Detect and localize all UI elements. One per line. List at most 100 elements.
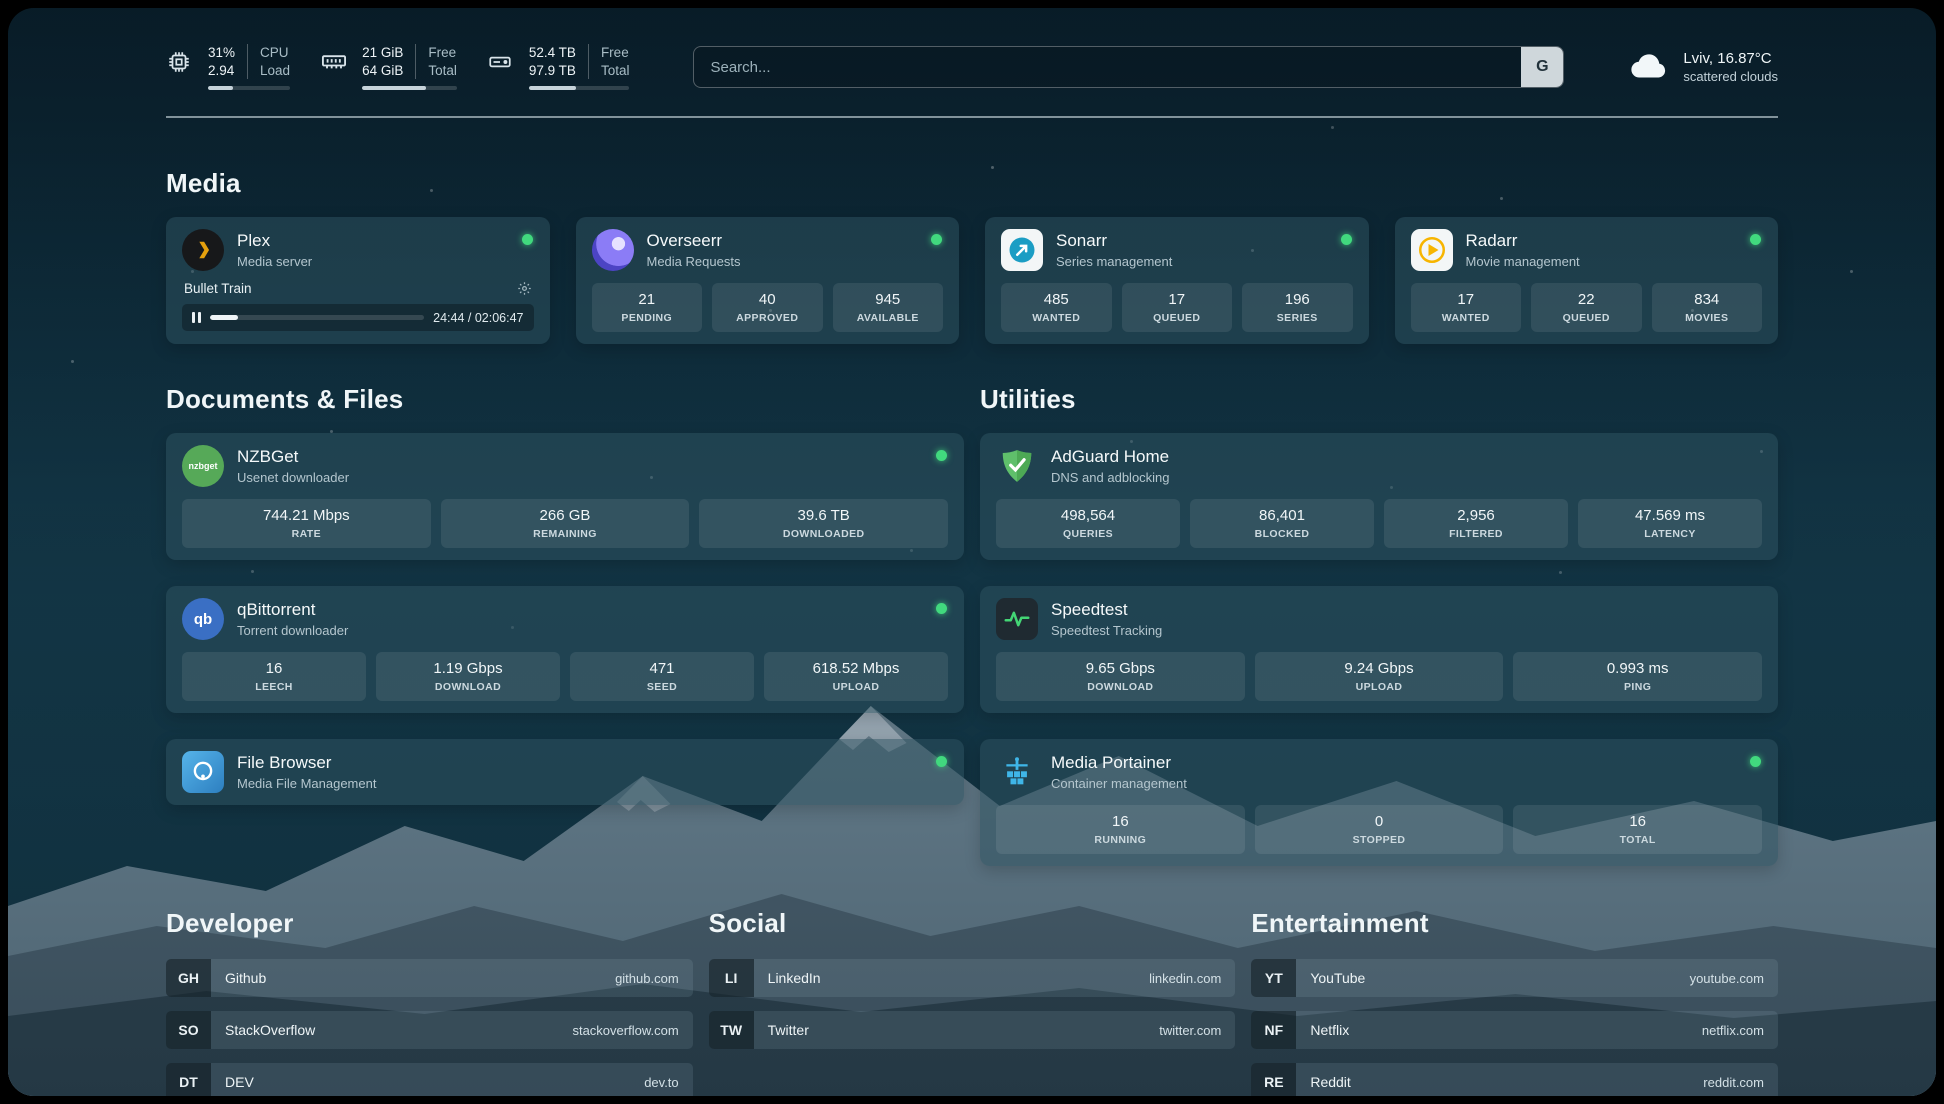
bookmark-reddit[interactable]: RE Reddit reddit.com: [1251, 1063, 1778, 1096]
bookmark-linkedin[interactable]: LI LinkedIn linkedin.com: [709, 959, 1236, 997]
search-input[interactable]: [693, 46, 1564, 88]
stat-label: SEED: [576, 681, 748, 693]
app-name: Media Portainer: [1051, 753, 1187, 773]
now-playing-title: Bullet Train: [184, 281, 252, 296]
app-subtitle: Media File Management: [237, 776, 376, 791]
stat-downloaded: 39.6 TB DOWNLOADED: [699, 499, 948, 548]
bookmark-stackoverflow[interactable]: SO StackOverflow stackoverflow.com: [166, 1011, 693, 1049]
stat-value: 485: [1007, 291, 1106, 308]
app-name: Radarr: [1466, 231, 1580, 251]
bookmark-group-entertainment: Entertainment YT YouTube youtube.com NF …: [1251, 908, 1778, 1096]
adguard-card[interactable]: AdGuard Home DNS and adblocking 498,564 …: [980, 433, 1778, 560]
disk-label-1: Free: [601, 44, 630, 62]
playback-bar: 24:44 / 02:06:47: [182, 304, 534, 331]
bookmark-youtube[interactable]: YT YouTube youtube.com: [1251, 959, 1778, 997]
app-subtitle: Torrent downloader: [237, 623, 348, 638]
app-name: Speedtest: [1051, 600, 1162, 620]
weather-location: Lviv, 16.87°C: [1683, 50, 1778, 67]
bookmark-badge: GH: [166, 959, 211, 997]
stat-label: UPLOAD: [770, 681, 942, 693]
ram-progress-bar: [362, 86, 457, 90]
section-title-media: Media: [166, 168, 1778, 199]
stat-label: DOWNLOAD: [1002, 681, 1239, 693]
radarr-card[interactable]: Radarr Movie management 17 WANTED 22 QUE…: [1395, 217, 1779, 344]
nzbget-card[interactable]: nzbget NZBGet Usenet downloader 744.21 M…: [166, 433, 964, 560]
bookmark-badge: NF: [1251, 1011, 1296, 1049]
stat-label: PENDING: [598, 312, 697, 324]
stat-value: 0: [1261, 813, 1498, 830]
bookmark-badge: LI: [709, 959, 754, 997]
cpu-icon: [166, 49, 196, 75]
bookmark-url: netflix.com: [1702, 1023, 1778, 1038]
disk-icon: [487, 49, 517, 75]
stat-label: PING: [1519, 681, 1756, 693]
bookmark-group-social: Social LI LinkedIn linkedin.com TW Twitt…: [709, 908, 1236, 1096]
bookmark-badge: DT: [166, 1063, 211, 1096]
app-name: AdGuard Home: [1051, 447, 1170, 467]
disk-value: 52.4 TB: [529, 44, 576, 62]
stat-upload: 9.24 Gbps UPLOAD: [1255, 652, 1504, 701]
stat-label: BLOCKED: [1196, 528, 1368, 540]
app-name: NZBGet: [237, 447, 349, 467]
bookmark-name: Reddit: [1296, 1074, 1350, 1090]
stat-value: 22: [1537, 291, 1636, 308]
stat-label: SERIES: [1248, 312, 1347, 324]
stat-value: 86,401: [1196, 507, 1368, 524]
speedtest-card[interactable]: Speedtest Speedtest Tracking 9.65 Gbps D…: [980, 586, 1778, 713]
ram-icon: [320, 48, 350, 76]
stat-running: 16 RUNNING: [996, 805, 1245, 854]
bookmark-dev[interactable]: DT DEV dev.to: [166, 1063, 693, 1096]
stat-label: WANTED: [1007, 312, 1106, 324]
search-bar: G: [693, 46, 1564, 88]
media-grid: Plex Media server Bullet Train 24:44 / 0: [166, 217, 1778, 344]
stat-approved: 40 APPROVED: [712, 283, 823, 332]
bookmark-group-developer: Developer GH Github github.com SO StackO…: [166, 908, 693, 1096]
top-bar: 31% 2.94 CPU Load 21 GiB: [166, 44, 1778, 90]
pause-icon[interactable]: [192, 312, 201, 323]
stat-label: QUERIES: [1002, 528, 1174, 540]
stat-value: 945: [839, 291, 938, 308]
playback-progress-track[interactable]: [210, 315, 424, 320]
bookmark-twitter[interactable]: TW Twitter twitter.com: [709, 1011, 1236, 1049]
adguard-icon: [996, 445, 1038, 487]
stat-filtered: 2,956 FILTERED: [1384, 499, 1568, 548]
stat-blocked: 86,401 BLOCKED: [1190, 499, 1374, 548]
portainer-card[interactable]: Media Portainer Container management 16 …: [980, 739, 1778, 866]
bookmark-name: StackOverflow: [211, 1022, 315, 1038]
overseerr-card[interactable]: Overseerr Media Requests 21 PENDING 40 A…: [576, 217, 960, 344]
stat-value: 17: [1128, 291, 1227, 308]
sonarr-card[interactable]: Sonarr Series management 485 WANTED 17 Q…: [985, 217, 1369, 344]
dashboard-screen: 31% 2.94 CPU Load 21 GiB: [8, 8, 1936, 1096]
app-subtitle: Series management: [1056, 254, 1172, 269]
stat-label: RATE: [188, 528, 425, 540]
documents-column: Documents & Files nzbget NZBGet Usenet d…: [166, 384, 964, 866]
bookmark-github[interactable]: GH Github github.com: [166, 959, 693, 997]
stat-label: QUEUED: [1128, 312, 1227, 324]
bookmark-netflix[interactable]: NF Netflix netflix.com: [1251, 1011, 1778, 1049]
stat-queries: 498,564 QUERIES: [996, 499, 1180, 548]
header-divider: [166, 116, 1778, 118]
plex-card[interactable]: Plex Media server Bullet Train 24:44 / 0: [166, 217, 550, 344]
stat-label: UPLOAD: [1261, 681, 1498, 693]
filebrowser-card[interactable]: File Browser Media File Management: [166, 739, 964, 805]
ram-label-2: Total: [428, 62, 457, 80]
sonarr-icon: [1001, 229, 1043, 271]
bookmark-url: dev.to: [644, 1075, 692, 1090]
stat-label: QUEUED: [1537, 312, 1636, 324]
ram-metric: 21 GiB 64 GiB Free Total: [320, 44, 457, 90]
stat-value: 39.6 TB: [705, 507, 942, 524]
cpu-metric: 31% 2.94 CPU Load: [166, 44, 290, 90]
app-name: Plex: [237, 231, 312, 251]
section-title-developer: Developer: [166, 908, 693, 939]
stat-available: 945 AVAILABLE: [833, 283, 944, 332]
stat-value: 47.569 ms: [1584, 507, 1756, 524]
qbittorrent-card[interactable]: qb qBittorrent Torrent downloader 16 LEE…: [166, 586, 964, 713]
cpu-label-1: CPU: [260, 44, 290, 62]
app-subtitle: Media server: [237, 254, 312, 269]
gear-icon[interactable]: [517, 281, 532, 296]
bookmark-url: youtube.com: [1690, 971, 1778, 986]
stat-value: 744.21 Mbps: [188, 507, 425, 524]
bookmark-badge: YT: [1251, 959, 1296, 997]
section-title-social: Social: [709, 908, 1236, 939]
search-engine-button[interactable]: G: [1521, 47, 1563, 87]
